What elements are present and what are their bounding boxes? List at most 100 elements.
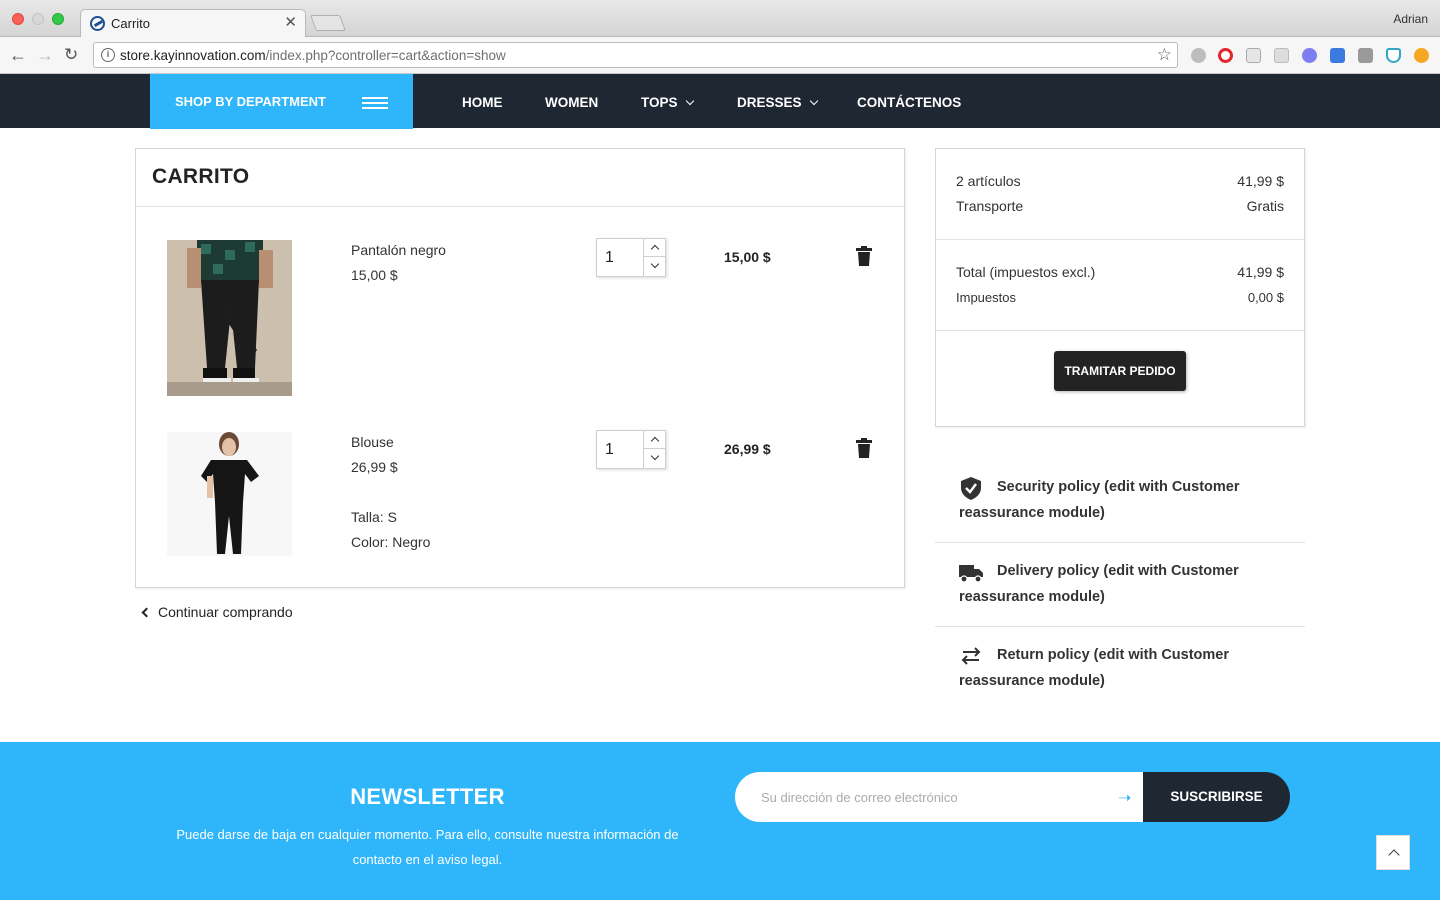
tab-title: Carrito [111, 16, 151, 31]
cart-item-line-total: 26,99 $ [724, 441, 771, 457]
chevron-up-icon[interactable] [644, 431, 666, 449]
nav-home[interactable]: HOME [462, 95, 503, 110]
quantity-spinner [643, 239, 666, 276]
trash-icon[interactable] [856, 246, 872, 266]
extension-shield-icon[interactable] [1386, 48, 1401, 63]
bookmark-star-icon[interactable]: ☆ [1157, 45, 1172, 65]
nav-women[interactable]: WOMEN [545, 95, 598, 110]
summary-total-label: Total (impuestos excl.) [956, 264, 1096, 280]
divider [936, 330, 1304, 331]
cart-summary-panel: 2 artículos 41,99 $ Transporte Gratis To… [935, 148, 1305, 427]
back-arrow-icon[interactable]: ← [9, 45, 27, 65]
browser-tab-active[interactable]: Carrito ✕ [80, 9, 306, 37]
continue-shopping-label: Continuar comprando [158, 604, 293, 620]
subscribe-button[interactable]: SUSCRIBIRSE [1143, 772, 1290, 822]
nav-women-label: WOMEN [545, 95, 599, 110]
shop-by-department-label: SHOP BY DEPARTMENT [175, 94, 326, 109]
reassurance-delivery-text: Delivery policy (edit with Customer reas… [959, 563, 1239, 605]
new-tab-button[interactable] [310, 15, 346, 31]
divider [935, 542, 1305, 543]
address-url[interactable]: store.kayinnovation.com/index.php?contro… [120, 48, 506, 63]
reassurance-security: Security policy (edit with Customer reas… [935, 474, 1305, 544]
hamburger-menu-icon [362, 97, 388, 112]
summary-taxes-label: Impuestos [956, 290, 1016, 305]
summary-shipping-value: Gratis [1246, 198, 1284, 214]
cart-item-price: 15,00 $ [351, 267, 398, 283]
extension-r-icon[interactable] [1302, 48, 1317, 63]
extension-translate-icon[interactable] [1330, 48, 1345, 63]
chevron-down-icon[interactable] [644, 257, 666, 275]
window-close-button[interactable] [12, 13, 24, 25]
cart-item-name[interactable]: Pantalón negro [351, 242, 446, 258]
cart-item-line-total: 15,00 $ [724, 249, 771, 265]
nav-tops-label: TOPS [641, 95, 678, 110]
reassurance-security-text: Security policy (edit with Customer reas… [959, 479, 1240, 521]
nav-dresses[interactable]: DRESSES [737, 95, 818, 110]
summary-items-value: 41,99 $ [1237, 173, 1284, 189]
window-zoom-button[interactable] [52, 13, 64, 25]
summary-taxes-row: Impuestos 0,00 $ [956, 290, 1284, 305]
quantity-value[interactable]: 1 [605, 441, 614, 459]
quantity-stepper[interactable]: 1 [596, 238, 666, 277]
summary-total-row: Total (impuestos excl.) 41,99 $ [956, 264, 1284, 280]
chevron-up-icon[interactable] [644, 239, 666, 257]
nav-contact-label: CONTÁCTENOS [857, 95, 962, 110]
forward-arrow-icon[interactable]: → [36, 45, 54, 65]
nav-home-label: HOME [462, 95, 503, 110]
extension-pin-icon[interactable] [1358, 48, 1373, 63]
cart-item-attribute-color: Color: Negro [351, 534, 431, 550]
window-minimize-button[interactable] [32, 13, 44, 25]
reassurance-return-text: Return policy (edit with Customer reassu… [959, 647, 1230, 689]
extension-opera-icon[interactable] [1218, 48, 1233, 63]
url-path: /index.php?controller=cart&action=show [265, 48, 506, 63]
scroll-to-top-button[interactable] [1376, 835, 1410, 870]
blouse-photo-illustration [167, 432, 292, 556]
nav-contact[interactable]: CONTÁCTENOS [857, 95, 961, 110]
summary-items-label: 2 artículos [956, 173, 1021, 189]
extension-star-icon[interactable] [1414, 48, 1429, 63]
shop-by-department-button[interactable]: SHOP BY DEPARTMENT [150, 74, 413, 129]
cart-panel: CARRITO Pantalón negro 15,00 $ 1 15,00 $ [135, 148, 905, 588]
product-image-pants[interactable] [167, 240, 292, 396]
checkout-button[interactable]: TRAMITAR PEDIDO [1054, 351, 1186, 391]
site-info-icon[interactable]: i [101, 48, 115, 62]
newsletter-description: Puede darse de baja en cualquier momento… [176, 827, 679, 867]
summary-shipping-row: Transporte Gratis [956, 198, 1284, 214]
quantity-value[interactable]: 1 [605, 249, 614, 267]
continue-shopping-link[interactable]: Continuar comprando [141, 604, 293, 620]
address-bar[interactable]: i store.kayinnovation.com/index.php?cont… [93, 42, 1178, 68]
newsletter-email-input[interactable] [735, 772, 1155, 822]
site-favicon-icon [90, 16, 105, 31]
tab-close-icon[interactable]: ✕ [284, 14, 297, 32]
chevron-down-icon [809, 96, 818, 106]
reload-icon[interactable]: ↻ [64, 45, 78, 65]
browser-toolbar: ← → ↻ i store.kayinnovation.com/index.ph… [0, 37, 1440, 74]
product-image-blouse[interactable] [167, 432, 292, 556]
reassurance-return: Return policy (edit with Customer reassu… [935, 642, 1305, 702]
site-header: SHOP BY DEPARTMENT HOME WOMEN TOPS DRESS… [0, 74, 1440, 129]
pants-photo-illustration [167, 240, 292, 396]
newsletter-footer: NEWSLETTER Puede darse de baja en cualqu… [0, 742, 1440, 900]
extension-grid-icon[interactable] [1274, 48, 1289, 63]
divider [136, 206, 904, 207]
cart-item-name[interactable]: Blouse [351, 434, 394, 450]
cart-item-attribute-size: Talla: S [351, 509, 397, 525]
trash-icon[interactable] [856, 438, 872, 458]
reassurance-delivery: Delivery policy (edit with Customer reas… [935, 558, 1305, 628]
quantity-stepper[interactable]: 1 [596, 430, 666, 469]
nav-dresses-label: DRESSES [737, 95, 802, 110]
browser-profile-name[interactable]: Adrian [1393, 12, 1428, 26]
extension-cube-icon[interactable] [1246, 48, 1261, 63]
quantity-spinner [643, 431, 666, 468]
divider [936, 239, 1304, 240]
chevron-down-icon[interactable] [644, 449, 666, 467]
extension-globe-icon[interactable] [1191, 48, 1206, 63]
summary-items-row: 2 artículos 41,99 $ [956, 173, 1284, 189]
newsletter-title: NEWSLETTER [350, 784, 505, 809]
divider [935, 626, 1305, 627]
nav-tops[interactable]: TOPS [641, 95, 694, 110]
summary-taxes-value: 0,00 $ [1247, 290, 1284, 305]
paper-plane-icon: ➝ [1118, 790, 1132, 807]
summary-total-value: 41,99 $ [1237, 264, 1284, 280]
url-host: store.kayinnovation.com [120, 48, 266, 63]
